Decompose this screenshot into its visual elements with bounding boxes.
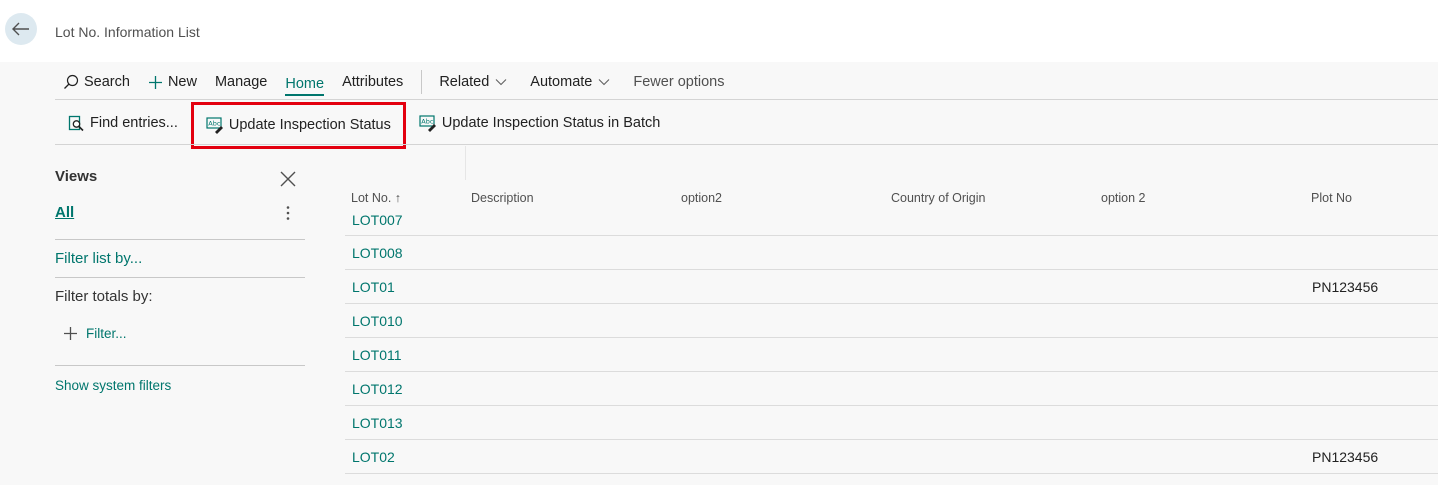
plot-no-cell: PN123456 (1312, 449, 1379, 465)
column-header-description[interactable]: Description (471, 191, 534, 205)
tab-attributes[interactable]: Attributes (342, 66, 403, 98)
plus-icon (148, 75, 162, 89)
column-header-option2[interactable]: option2 (681, 191, 722, 205)
column-divider (465, 146, 466, 180)
manage-label: Manage (214, 74, 268, 90)
search-icon (64, 74, 79, 89)
abc-edit-icon: Abc (419, 114, 436, 132)
views-title: Views (55, 168, 98, 185)
table-row[interactable]: LOT02 PN123456 (345, 440, 1438, 474)
lot-no-cell[interactable]: LOT01 (352, 279, 395, 295)
automate-label: Automate (530, 74, 593, 90)
svg-text:Abc: Abc (208, 119, 221, 127)
fewer-options-button[interactable]: Fewer options (633, 66, 724, 98)
find-entries-label: Find entries... (90, 115, 178, 131)
back-button[interactable] (5, 13, 37, 45)
automate-menu[interactable]: Automate (530, 66, 615, 98)
lot-no-cell[interactable]: LOT02 (352, 449, 395, 465)
svg-text:Abc: Abc (421, 117, 434, 125)
table-row[interactable]: LOT010 (345, 304, 1438, 338)
more-options-button[interactable] (285, 205, 291, 226)
search-label: Search (84, 74, 130, 90)
related-label: Related (439, 74, 490, 90)
grid-header: Lot No. ↑ Description option2 Country of… (345, 146, 1438, 210)
filter-list-by-link[interactable]: Filter list by... (55, 250, 142, 267)
plot-no-cell: PN123456 (1312, 279, 1379, 295)
vertical-ellipsis-icon (286, 206, 290, 220)
divider (55, 239, 305, 240)
attributes-label: Attributes (342, 74, 404, 90)
action-bar: Search New Manage Home Attributes Relate… (55, 66, 1438, 98)
views-pane: Views All Filter list by... Filter total… (55, 168, 305, 393)
lot-no-cell[interactable]: LOT011 (352, 347, 402, 363)
chevron-down-icon (495, 79, 507, 86)
new-button[interactable]: New (148, 66, 197, 98)
filter-totals-label: Filter totals by: (55, 288, 153, 305)
update-inspection-status-batch-button[interactable]: Abc Update Inspection Status in Batch (406, 103, 673, 143)
action-bar-divider (421, 70, 423, 94)
lot-no-cell[interactable]: LOT007 (352, 212, 403, 228)
lot-no-cell[interactable]: LOT010 (352, 313, 403, 329)
plus-icon (64, 327, 77, 340)
divider (55, 365, 305, 366)
update-inspection-status-label: Update Inspection Status (228, 117, 391, 133)
divider (55, 144, 1438, 145)
update-inspection-status-button[interactable]: Abc Update Inspection Status (190, 101, 406, 149)
show-system-filters-link[interactable]: Show system filters (55, 378, 171, 393)
related-menu[interactable]: Related (439, 66, 512, 98)
page-title: Lot No. Information List (55, 24, 200, 40)
divider (55, 277, 305, 278)
table-row[interactable]: LOT013 (345, 406, 1438, 440)
tab-home[interactable]: Home (285, 74, 325, 96)
lot-list-grid: Lot No. ↑ Description option2 Country of… (345, 146, 1438, 474)
table-row[interactable]: LOT01 PN123456 (345, 270, 1438, 304)
chevron-down-icon (598, 79, 610, 86)
column-header-plot-no[interactable]: Plot No (1311, 191, 1352, 205)
lot-no-cell[interactable]: LOT013 (352, 415, 403, 431)
add-filter-label: Filter... (86, 326, 127, 341)
table-row[interactable]: LOT011 (345, 338, 1438, 372)
lot-no-cell[interactable]: LOT012 (352, 381, 403, 397)
page-header: Lot No. Information List (0, 0, 1438, 62)
column-header-option-2[interactable]: option 2 (1101, 191, 1145, 205)
search-button[interactable]: Search (63, 66, 130, 98)
update-inspection-status-batch-label: Update Inspection Status in Batch (441, 115, 661, 131)
column-header-lot-no[interactable]: Lot No. ↑ (351, 191, 401, 205)
table-row[interactable]: LOT008 (345, 236, 1438, 270)
lot-no-cell[interactable]: LOT008 (352, 245, 403, 261)
table-row[interactable]: LOT007 (345, 210, 1438, 236)
fewer-options-label: Fewer options (633, 74, 725, 90)
table-row[interactable]: LOT012 (345, 372, 1438, 406)
abc-edit-icon: Abc (206, 116, 223, 134)
divider (55, 99, 1438, 100)
find-entries-icon (68, 115, 84, 131)
find-entries-button[interactable]: Find entries... (55, 103, 191, 143)
column-header-country-of-origin[interactable]: Country of Origin (891, 191, 985, 205)
tab-manage[interactable]: Manage (215, 66, 267, 98)
promoted-actions: Find entries... Abc Update Inspection St… (55, 101, 673, 149)
view-all-link[interactable]: All (55, 204, 74, 221)
close-views-button[interactable] (279, 170, 297, 193)
arrow-left-icon (12, 22, 29, 36)
home-label: Home (285, 76, 325, 92)
close-icon (280, 171, 296, 187)
new-label: New (167, 74, 197, 90)
add-filter-button[interactable]: Filter... (63, 326, 127, 341)
